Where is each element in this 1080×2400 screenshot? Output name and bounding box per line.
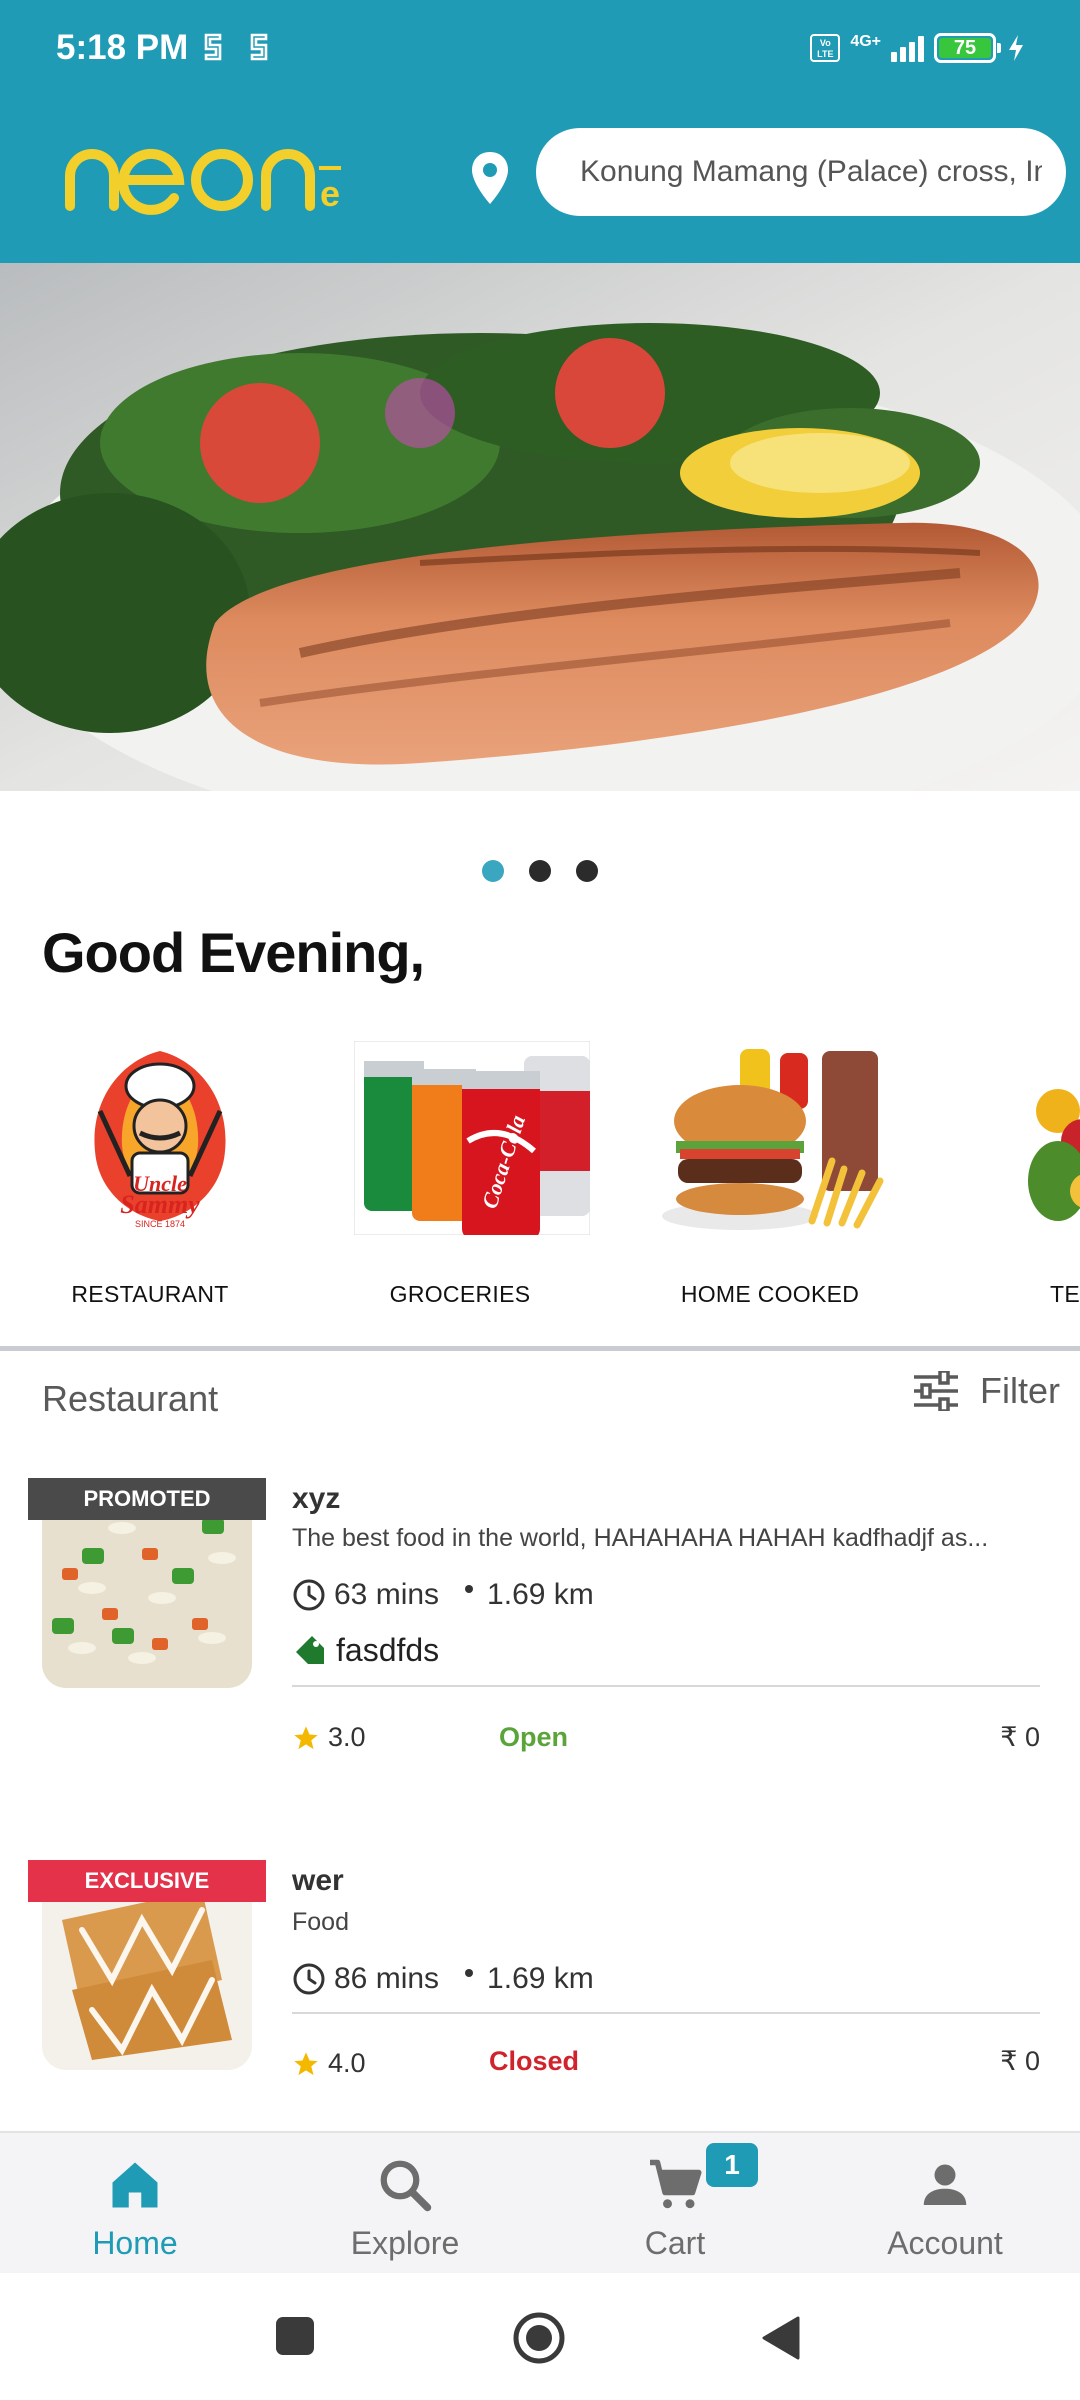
nav-account[interactable]: Account xyxy=(810,2133,1080,2275)
nav-label: Explore xyxy=(350,2225,460,2261)
carousel-dot[interactable] xyxy=(576,860,598,882)
carousel-dot[interactable] xyxy=(529,860,551,882)
system-navigation xyxy=(0,2273,1080,2400)
rating: 4.0 xyxy=(292,2048,366,2079)
svg-text:SINCE 1874: SINCE 1874 xyxy=(135,1219,185,1229)
price: ₹ 0 xyxy=(1000,2046,1040,2076)
price: ₹ 0 xyxy=(1000,1722,1040,1752)
svg-text:Sammy: Sammy xyxy=(120,1190,200,1219)
category-home-cooked[interactable]: HOME COOKED xyxy=(620,1035,898,1315)
cart-icon xyxy=(650,2159,702,2209)
restaurant-tag: fasdfds xyxy=(292,1632,439,1669)
category-label: GROCERIES xyxy=(389,1281,531,1307)
section-title: Restaurant xyxy=(42,1378,219,1419)
location-input[interactable] xyxy=(580,155,1042,189)
category-groceries[interactable]: Coca‑Cola GROCERIES xyxy=(310,1035,590,1315)
carousel-dot[interactable] xyxy=(482,860,504,882)
location-pin-icon[interactable] xyxy=(470,150,510,206)
neone-logo: e xyxy=(65,148,341,215)
category-test[interactable]: TEST xyxy=(930,1035,1080,1315)
home-icon xyxy=(112,2162,158,2208)
cans-image: Coca‑Cola xyxy=(354,1041,590,1235)
home-button[interactable] xyxy=(512,2311,566,2365)
nav-home[interactable]: Home xyxy=(0,2133,270,2275)
rating-value: 3.0 xyxy=(328,1722,366,1752)
clock-icon xyxy=(293,1579,325,1611)
recents-button[interactable] xyxy=(276,2317,314,2355)
delivery-time: 86 mins xyxy=(334,1962,440,1995)
burger-image xyxy=(662,1041,898,1235)
search-icon xyxy=(380,2160,432,2212)
category-label: HOME COOKED xyxy=(680,1281,860,1307)
vegetables-image xyxy=(1018,1041,1080,1235)
nav-label: Account xyxy=(887,2225,1003,2261)
food-banner-image xyxy=(0,263,1080,791)
banner-carousel[interactable] xyxy=(0,263,1080,791)
bottom-navigation: Home Explore Cart 1 Account xyxy=(0,2131,1080,2273)
volte-icon: Vo LTE xyxy=(810,34,841,62)
delivery-meta: 86 mins 1.69 km xyxy=(292,1962,594,1996)
nav-explore[interactable]: Explore xyxy=(270,2133,540,2275)
location-search[interactable] xyxy=(536,128,1066,216)
chef-logo-image: Uncle Sammy SINCE 1874 xyxy=(60,1041,260,1235)
nav-label: Home xyxy=(92,2225,178,2261)
closed-status: Closed xyxy=(489,2046,580,2076)
nav-cart[interactable]: Cart xyxy=(540,2133,810,2275)
status-bar: 5:18 PM Vo LTE 4G+ 75 xyxy=(0,0,1080,100)
notification-icon xyxy=(250,33,268,61)
account-icon xyxy=(923,2164,967,2205)
exclusive-badge: EXCLUSIVE xyxy=(28,1860,266,1902)
rating: 3.0 xyxy=(292,1722,366,1753)
category-label: TEST xyxy=(1050,1281,1080,1307)
distance: 1.69 km xyxy=(487,1962,594,1995)
filter-button[interactable]: Filter xyxy=(912,1370,1060,1412)
clock-icon xyxy=(293,1963,325,1995)
network-type: 4G+ xyxy=(850,33,881,50)
delivery-time: 63 mins xyxy=(334,1578,440,1611)
restaurant-name: xyz xyxy=(292,1482,341,1515)
greeting-heading: Good Evening, xyxy=(42,921,425,984)
tag-label: fasdfds xyxy=(336,1632,440,1668)
section-divider xyxy=(0,1346,1080,1351)
charging-icon xyxy=(1009,35,1023,61)
back-button[interactable] xyxy=(760,2315,802,2361)
carousel-indicators xyxy=(0,860,1080,882)
tag-icon xyxy=(296,1635,324,1664)
category-restaurant[interactable]: Uncle Sammy SINCE 1874 RESTAURANT xyxy=(0,1035,240,1315)
star-icon xyxy=(294,1725,318,1749)
category-list[interactable]: Uncle Sammy SINCE 1874 RESTAURANT Coca‑C… xyxy=(0,1035,1080,1315)
filter-label: Filter xyxy=(980,1370,1060,1411)
restaurant-description: The best food in the world, HAHAHAHA HAH… xyxy=(292,1524,989,1552)
battery-icon: 75 xyxy=(934,33,1001,63)
notification-icon xyxy=(204,33,222,61)
card-divider xyxy=(292,1685,1040,1687)
cart-count-badge: 1 xyxy=(706,2143,758,2187)
battery-level: 75 xyxy=(939,38,991,58)
svg-text:e: e xyxy=(320,173,340,214)
promoted-badge: PROMOTED xyxy=(28,1478,266,1520)
star-icon xyxy=(294,2051,318,2075)
app-header: e xyxy=(0,100,1080,263)
nav-label: Cart xyxy=(644,2225,706,2261)
status-time: 5:18 PM xyxy=(56,28,189,67)
rating-value: 4.0 xyxy=(328,2048,366,2078)
filter-icon xyxy=(914,1371,958,1411)
delivery-meta: 63 mins 1.69 km xyxy=(292,1578,594,1612)
restaurant-name: wer xyxy=(292,1864,344,1897)
restaurant-description: Food xyxy=(292,1908,349,1936)
signal-icon xyxy=(891,34,924,62)
open-status: Open xyxy=(499,1722,569,1752)
distance: 1.69 km xyxy=(487,1578,594,1611)
category-label: RESTAURANT xyxy=(71,1281,229,1307)
card-divider xyxy=(292,2012,1040,2014)
